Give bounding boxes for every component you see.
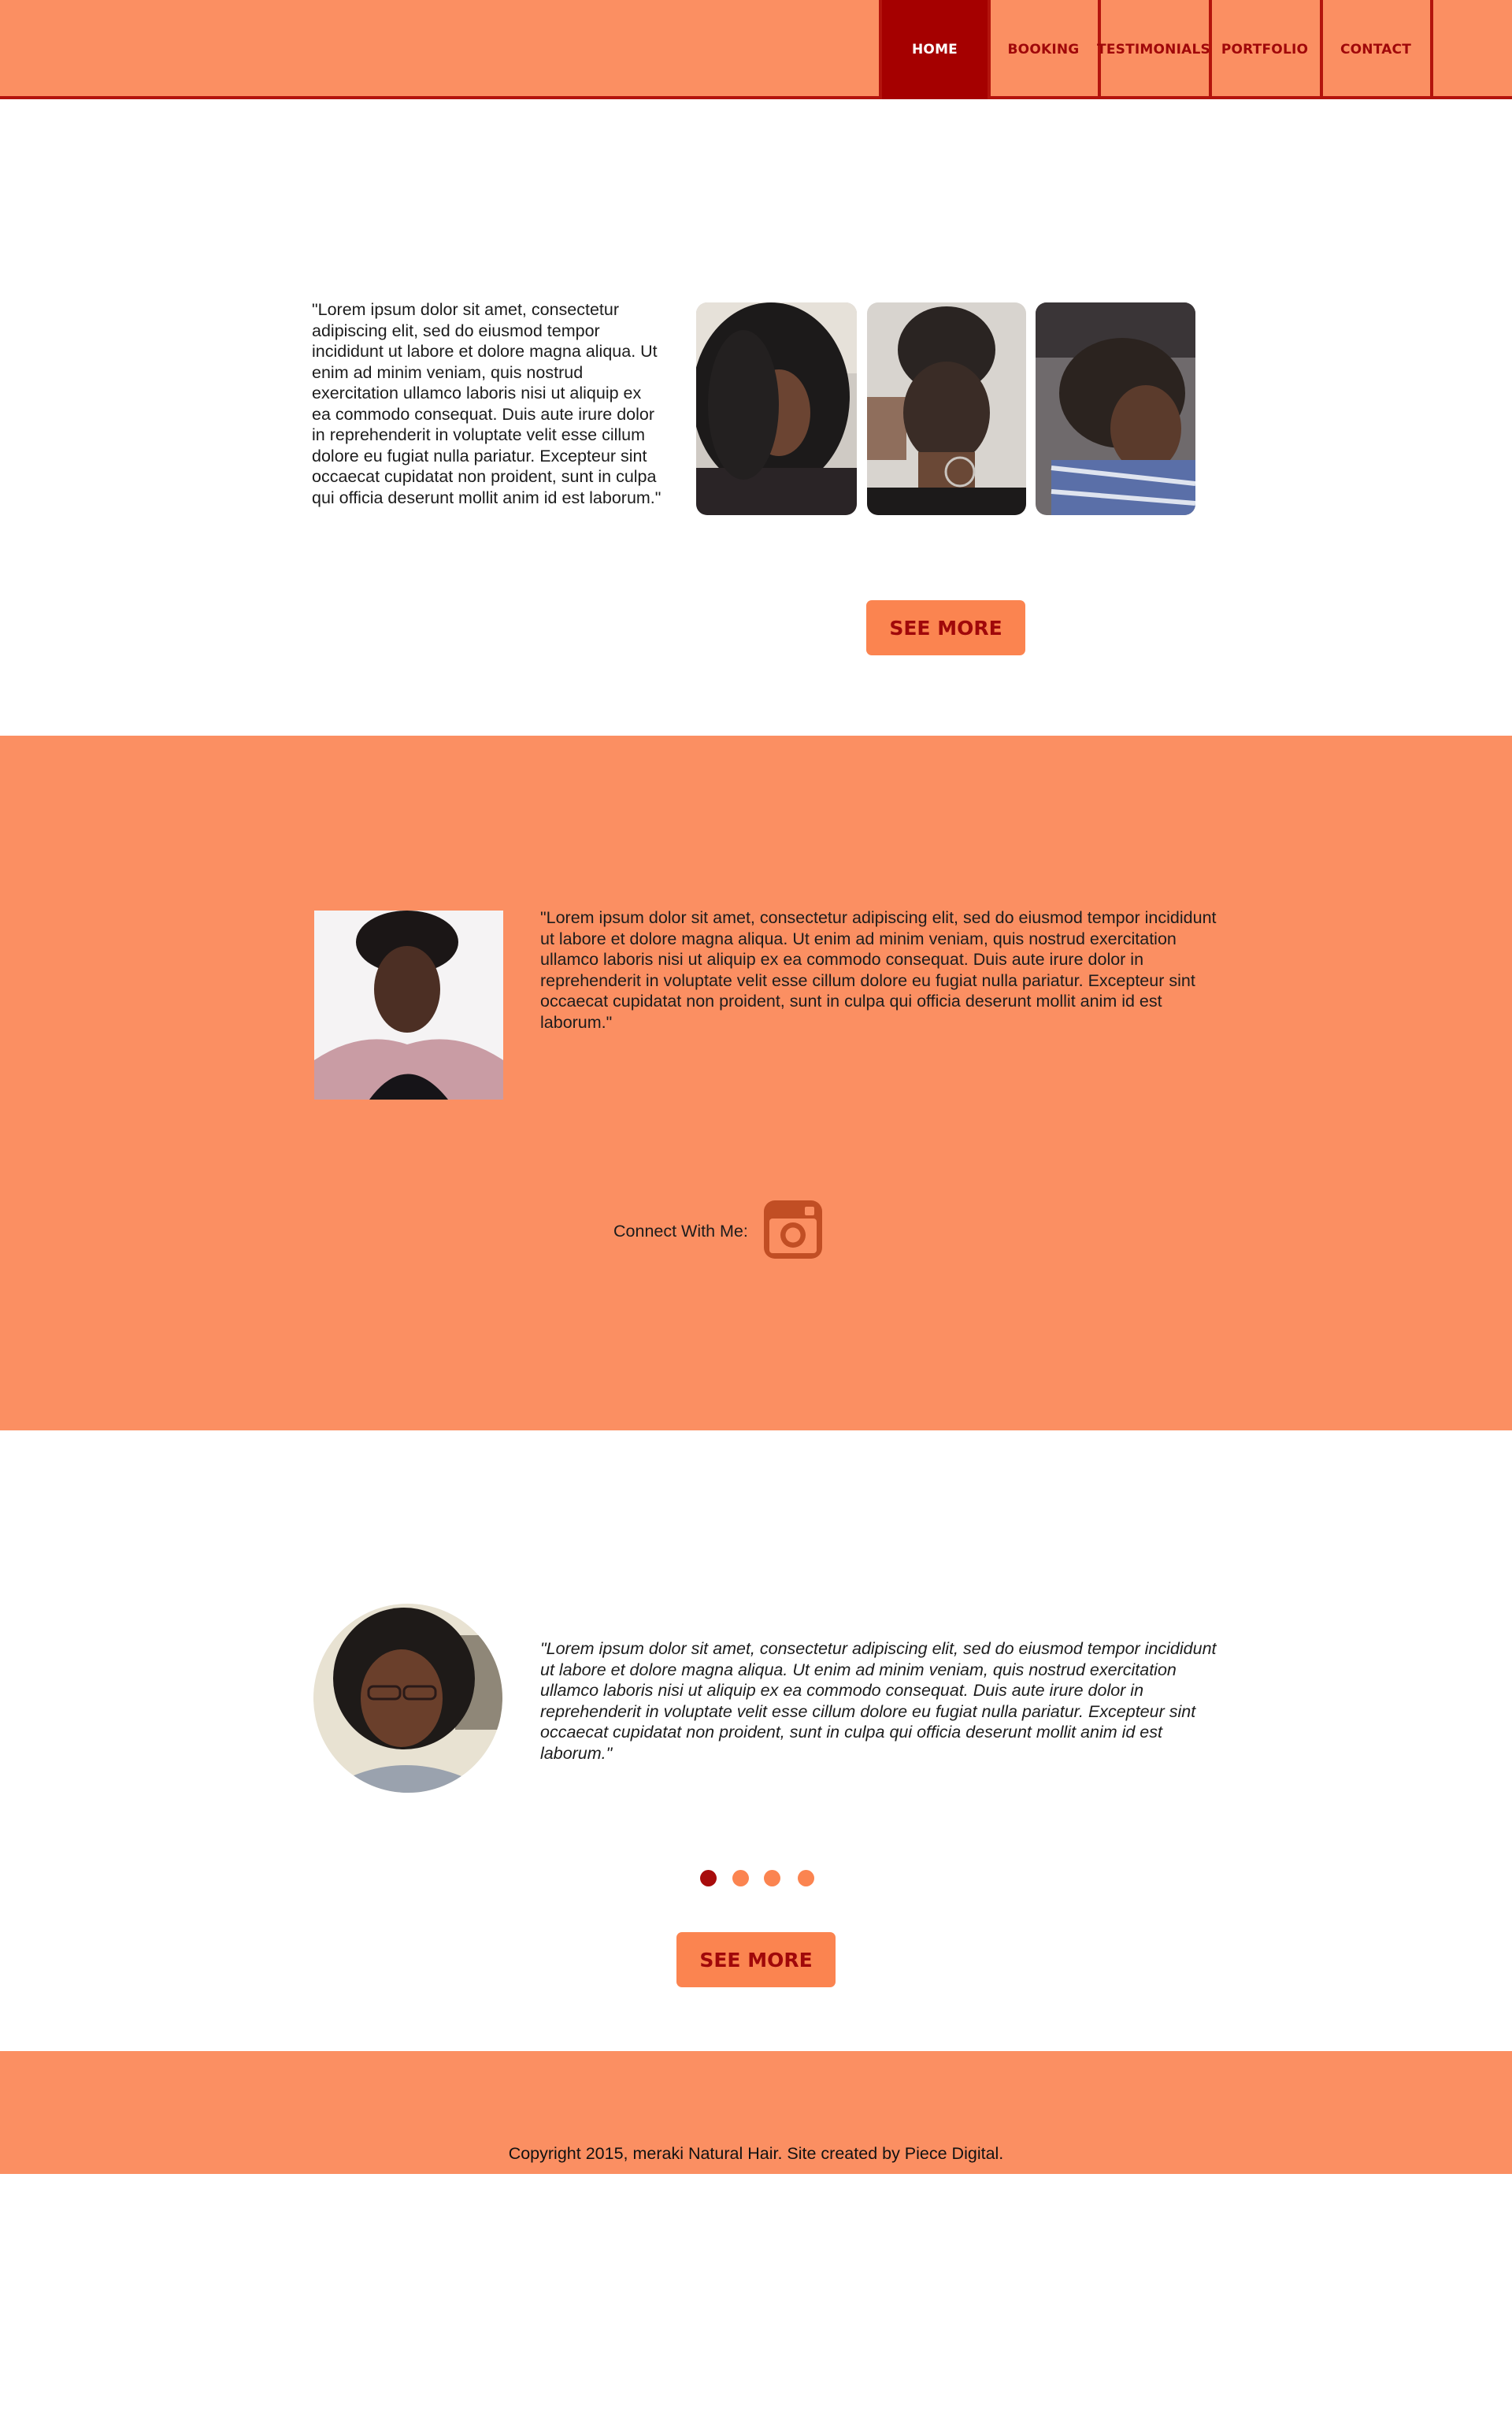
- gallery-photo-1[interactable]: [696, 302, 857, 515]
- slider-dot-3[interactable]: [764, 1870, 780, 1886]
- hair-photo-image: [867, 302, 1026, 515]
- portrait-image: [314, 911, 503, 1100]
- about-text: "Lorem ipsum dolor sit amet, consectetur…: [540, 908, 1217, 1032]
- connect-label: Connect With Me:: [613, 1222, 748, 1241]
- hair-photo-image: [696, 302, 857, 515]
- intro-text: "Lorem ipsum dolor sit amet, consectetur…: [312, 300, 662, 507]
- slider-dot-4[interactable]: [798, 1870, 814, 1886]
- nav-home[interactable]: HOME: [879, 0, 988, 99]
- top-navbar: HOME BOOKING TESTIMONIALS PORTFOLIO CONT…: [0, 0, 1512, 99]
- gallery-photo-2[interactable]: [867, 302, 1026, 515]
- about-section: [0, 736, 1512, 1430]
- hair-photo-image: [1036, 302, 1195, 515]
- client-avatar: [313, 1604, 502, 1793]
- nav-booking[interactable]: BOOKING: [988, 0, 1096, 99]
- see-more-gallery-button[interactable]: SEE MORE: [866, 600, 1025, 655]
- nav-testimonials[interactable]: TESTIMONIALS: [1097, 0, 1210, 99]
- see-more-testimonials-button[interactable]: SEE MORE: [676, 1932, 836, 1987]
- gallery-photo-3[interactable]: [1036, 302, 1195, 515]
- nav-portfolio[interactable]: PORTFOLIO: [1209, 0, 1317, 99]
- testimonial-quote: "Lorem ipsum dolor sit amet, consectetur…: [540, 1639, 1217, 1763]
- nav-contact[interactable]: CONTACT: [1320, 0, 1429, 99]
- nav-divider: [1430, 0, 1433, 99]
- slider-dot-2[interactable]: [732, 1870, 749, 1886]
- footer-copyright: Copyright 2015, meraki Natural Hair. Sit…: [508, 2144, 1004, 2163]
- slider-dot-1[interactable]: [700, 1870, 717, 1886]
- instagram-icon[interactable]: [764, 1200, 822, 1259]
- stylist-portrait: [314, 911, 503, 1100]
- avatar-image: [313, 1604, 502, 1793]
